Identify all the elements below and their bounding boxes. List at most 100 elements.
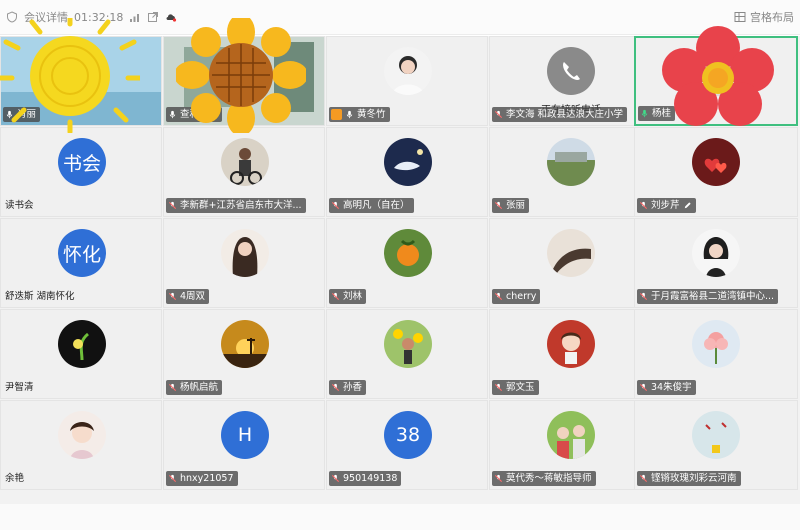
participant-name: 孙香 xyxy=(343,382,363,393)
topbar-right[interactable]: 宫格布局 xyxy=(734,9,794,25)
mic-muted-icon xyxy=(494,474,503,483)
mic-muted-icon xyxy=(494,292,503,301)
participant-tile[interactable]: 刘林 xyxy=(326,218,488,308)
participant-tile[interactable]: 尹智清 xyxy=(0,309,162,399)
participant-tile[interactable]: cherry xyxy=(489,218,651,308)
avatar xyxy=(692,138,740,186)
participant-tile[interactable]: 铿锵玫瑰刘彩云河南 xyxy=(634,400,798,490)
shield-icon xyxy=(7,11,17,23)
participant-tile[interactable]: 4周双 xyxy=(163,218,325,308)
bottom-bar xyxy=(0,504,800,530)
participant-tile[interactable]: 高明凡（自在） xyxy=(326,127,488,217)
avatar xyxy=(384,47,432,95)
participant-tile[interactable]: 杨帆启航 xyxy=(163,309,325,399)
avatar-photo xyxy=(221,229,269,277)
participant-name: 张丽 xyxy=(506,200,526,211)
mic-muted-icon xyxy=(494,110,503,119)
participant-tile-video[interactable]: 肖丽 xyxy=(0,36,162,126)
avatar xyxy=(692,320,740,368)
participant-name: cherry xyxy=(506,291,537,302)
mic-muted-icon xyxy=(168,474,177,483)
avatar-photo xyxy=(692,320,740,368)
meeting-info-link[interactable]: 会议详情 xyxy=(24,9,68,25)
avatar xyxy=(692,411,740,459)
participant-tile[interactable]: 刘步芹 xyxy=(634,127,798,217)
avatar-photo xyxy=(58,411,106,459)
participant-name: 肖丽 xyxy=(17,109,37,120)
participant-name-label: cherry xyxy=(492,289,541,304)
mic-muted-icon xyxy=(168,292,177,301)
mic-muted-icon xyxy=(639,474,648,483)
participant-name-label: 高明凡（自在） xyxy=(329,198,414,213)
mic-muted-icon xyxy=(331,474,340,483)
avatar-photo xyxy=(547,138,595,186)
participant-tile-speaking[interactable]: 杨桂 xyxy=(634,36,798,126)
avatar xyxy=(547,47,595,95)
pencil-icon xyxy=(684,202,691,209)
mic-icon xyxy=(6,110,13,119)
participant-name: 余艳 xyxy=(5,473,25,484)
mic-muted-icon xyxy=(168,383,177,392)
participant-tile[interactable]: 书会 读书会 xyxy=(0,127,162,217)
avatar xyxy=(547,411,595,459)
participant-tile[interactable]: 于月霞富裕县二道湾镇中心... xyxy=(634,218,798,308)
avatar xyxy=(384,229,432,277)
participant-tile[interactable]: 孙香 xyxy=(326,309,488,399)
cloud-recording-icon[interactable] xyxy=(165,11,177,23)
avatar xyxy=(547,320,595,368)
participant-tile[interactable]: 张丽 xyxy=(489,127,651,217)
avatar xyxy=(58,320,106,368)
avatar-photo xyxy=(547,229,595,277)
mic-muted-icon xyxy=(331,201,340,210)
mic-muted-icon xyxy=(639,201,648,210)
participant-name: 高明凡（自在） xyxy=(343,200,410,211)
participant-name-label: 李新群+江苏省启东市大洋... xyxy=(166,198,306,213)
host-badge-icon xyxy=(331,109,342,120)
participant-name: 查和特乡 xyxy=(180,109,219,120)
participant-name-label: 读书会 xyxy=(3,198,38,213)
participant-name-label: 孙香 xyxy=(329,380,367,395)
participant-tile-video[interactable]: 查和特乡 xyxy=(163,36,325,126)
layout-toggle-label[interactable]: 宫格布局 xyxy=(750,9,794,25)
participant-tile[interactable]: 李新群+江苏省启东市大洋... xyxy=(163,127,325,217)
avatar: 书会 xyxy=(58,138,106,186)
participant-name-label: 舒迭斯 湖南怀化 xyxy=(3,289,79,304)
signal-icon xyxy=(130,14,140,22)
mic-active-icon xyxy=(641,109,648,118)
participant-name-label: 肖丽 xyxy=(3,107,41,122)
mic-muted-icon xyxy=(494,383,503,392)
participant-name-label: 张丽 xyxy=(492,198,530,213)
avatar xyxy=(693,48,741,96)
avatar: H xyxy=(221,411,269,459)
phone-icon xyxy=(563,62,580,80)
avatar xyxy=(221,229,269,277)
avatar xyxy=(384,320,432,368)
participant-name: 读书会 xyxy=(5,200,34,211)
participant-tile[interactable]: H hnxy21057 xyxy=(163,400,325,490)
participant-tile[interactable]: 黄冬竹 xyxy=(326,36,488,126)
participant-tile[interactable]: 莫代秀～蒋敏指导师 xyxy=(489,400,651,490)
participant-tile[interactable]: 余艳 xyxy=(0,400,162,490)
avatar-photo xyxy=(547,411,595,459)
avatar-photo xyxy=(221,320,269,368)
avatar: 38 xyxy=(384,411,432,459)
participant-tile[interactable]: 34朱俊宇 xyxy=(634,309,798,399)
participant-name-label: 黄冬竹 xyxy=(329,107,390,122)
mic-muted-icon xyxy=(168,201,177,210)
participant-name-label: 34朱俊宇 xyxy=(637,380,696,395)
participant-name: 于月霞富裕县二道湾镇中心... xyxy=(651,291,775,302)
participant-tile[interactable]: 正在接听电话 李文海 和政县达浪大庄小学 xyxy=(489,36,651,126)
avatar-photo xyxy=(384,47,432,95)
participant-name: 李新群+江苏省启东市大洋... xyxy=(180,200,302,211)
participant-name: 4周双 xyxy=(180,291,206,302)
participant-name: 李文海 和政县达浪大庄小学 xyxy=(506,109,624,120)
mic-muted-icon xyxy=(331,292,340,301)
participant-name: 34朱俊宇 xyxy=(651,382,692,393)
avatar-photo xyxy=(692,138,740,186)
participant-name-label: 杨帆启航 xyxy=(166,380,223,395)
participant-tile[interactable]: 郭文玉 xyxy=(489,309,651,399)
avatar-photo xyxy=(547,320,595,368)
participant-tile[interactable]: 怀化 舒迭斯 湖南怀化 xyxy=(0,218,162,308)
participant-tile[interactable]: 38 950149138 xyxy=(326,400,488,490)
popout-icon[interactable] xyxy=(147,11,159,23)
